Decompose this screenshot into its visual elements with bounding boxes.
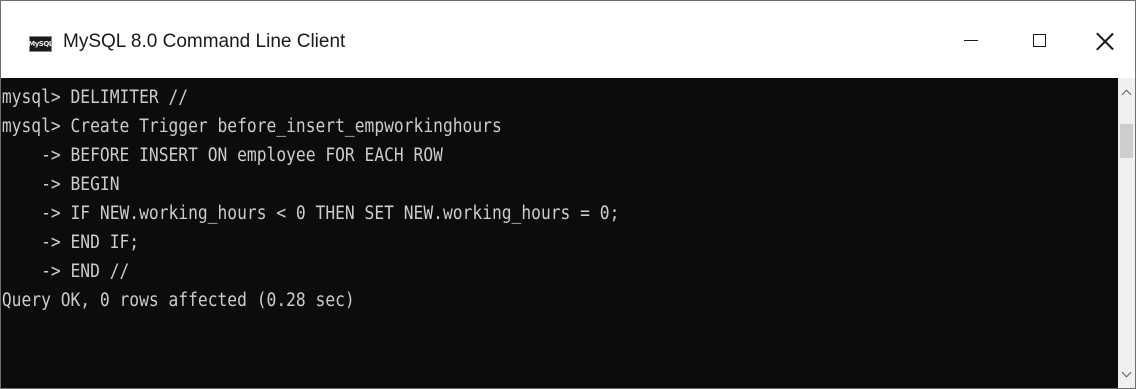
scroll-up-button[interactable] [1118,84,1135,101]
console-line: Query OK, 0 rows affected (0.28 sec) [1,290,355,311]
close-button[interactable] [1075,1,1135,78]
console-output[interactable]: mysql> DELIMITER // mysql> Create Trigge… [1,78,1118,388]
scroll-down-button[interactable] [1118,366,1135,383]
console-window: MySQL MySQL 8.0 Command Line Client mysq… [0,0,1136,389]
maximize-button[interactable] [1009,1,1069,78]
console-line: -> BEFORE INSERT ON employee FOR EACH RO… [1,145,443,166]
console-line: -> END IF; [1,232,140,253]
console-line: mysql> DELIMITER // [1,87,189,108]
title-bar[interactable]: MySQL MySQL 8.0 Command Line Client [1,1,1135,78]
console-line: -> BEGIN [1,174,120,195]
minimize-icon [964,39,978,42]
minimize-button[interactable] [941,1,1001,78]
console-line: -> END // [1,261,130,282]
console-line: -> IF NEW.working_hours < 0 THEN SET NEW… [1,203,620,224]
maximize-icon [1032,34,1046,47]
console-line: mysql> Create Trigger before_insert_empw… [1,116,502,137]
window-title: MySQL 8.0 Command Line Client [63,31,346,52]
vertical-scrollbar[interactable] [1118,78,1135,388]
chevron-down-icon [1121,367,1132,378]
close-icon [1096,32,1114,50]
app-icon-label: MySQL [28,39,53,48]
mysql-console-icon[interactable]: MySQL [28,36,53,52]
chevron-up-icon [1121,89,1132,100]
scrollbar-thumb[interactable] [1120,124,1133,158]
